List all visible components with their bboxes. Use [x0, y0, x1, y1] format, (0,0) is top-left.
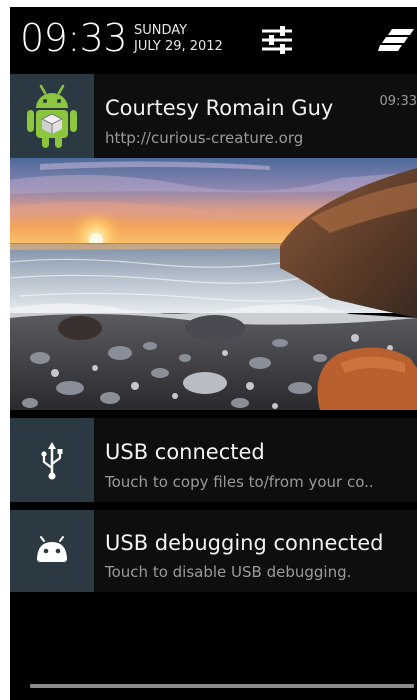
notification-usb-debugging[interactable]: USB debugging connected Touch to disable… — [10, 510, 417, 592]
date-display: SUNDAY JULY 29, 2012 — [134, 23, 223, 55]
android-head-icon — [37, 536, 67, 562]
notification-title: Courtesy Romain Guy — [105, 96, 334, 120]
clear-all-icon[interactable] — [378, 27, 414, 53]
notification-text: http://curious-creature.org — [105, 129, 304, 147]
notification-text: Touch to copy files to/from your co.. — [105, 473, 374, 491]
android-robot-icon — [27, 84, 77, 148]
notification-icon-box — [10, 418, 94, 502]
notification-time: 09:33 — [379, 94, 417, 109]
notification-icon-box — [10, 74, 94, 158]
notification-title: USB connected — [105, 440, 265, 464]
notification-title: USB debugging connected — [105, 531, 384, 555]
day-label: SUNDAY — [134, 23, 188, 38]
settings-sliders-icon[interactable] — [260, 25, 294, 55]
shade-header: 09:33 SUNDAY JULY 29, 2012 — [10, 7, 417, 73]
notification-usb-connected[interactable]: USB connected Touch to copy files to/fro… — [10, 418, 417, 502]
clock: 09:33 — [20, 16, 128, 60]
date-label: JULY 29, 2012 — [134, 39, 223, 54]
notification-text: Touch to disable USB debugging. — [105, 563, 352, 581]
coastal-sunset-image — [10, 158, 417, 410]
notification-courtesy[interactable]: Courtesy Romain Guy http://curious-creat… — [10, 74, 417, 158]
notification-icon-box — [10, 510, 94, 592]
shade-drag-handle[interactable] — [30, 684, 414, 688]
notification-big-picture[interactable] — [10, 158, 417, 410]
usb-icon — [41, 442, 63, 480]
notification-shade: 09:33 SUNDAY JULY 29, 2012 Courtesy Roma… — [10, 7, 417, 700]
